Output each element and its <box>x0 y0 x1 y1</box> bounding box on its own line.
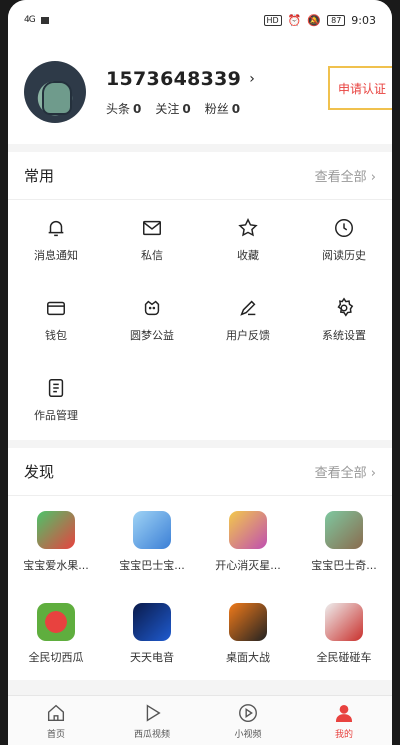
section-title: 发现 <box>24 463 55 481</box>
common-section: 常用 查看全部 › 消息通知 私信 收藏 阅读历史 钱包 圆梦公益 用户反馈 系… <box>8 152 392 440</box>
section-title: 常用 <box>24 167 55 185</box>
phone-screen: 4G HD ⏰ 🔕 87 9:03 1573648339 › 头条 0 关注 0 粉… <box>8 0 392 745</box>
profile-stats: 头条 0 关注 0 粉丝 0 <box>106 100 255 117</box>
play-icon <box>146 703 161 722</box>
app-thumbnail <box>229 603 267 641</box>
sim-icon <box>40 16 49 24</box>
app-thumbnail <box>37 511 75 549</box>
menu-item-notifications[interactable]: 消息通知 <box>8 200 104 280</box>
battery-indicator: 87 <box>327 14 346 26</box>
signal-indicator: 4G <box>24 15 36 25</box>
menu-item-favorites[interactable]: 收藏 <box>200 200 296 280</box>
alarm-icon: ⏰ <box>287 13 302 27</box>
feedback-icon <box>237 297 259 319</box>
home-icon <box>47 704 65 721</box>
discover-item[interactable]: 桌面大战 <box>200 588 296 680</box>
chevron-right-icon: › <box>249 70 256 87</box>
discover-item[interactable]: 宝宝爱水果... <box>8 496 104 588</box>
status-bar: 4G HD ⏰ 🔕 87 9:03 <box>8 0 392 40</box>
user-icon <box>335 704 353 722</box>
app-thumbnail <box>325 511 363 549</box>
menu-item-works[interactable]: 作品管理 <box>8 360 104 440</box>
see-all-link[interactable]: 查看全部 › <box>315 462 376 481</box>
stat-toutiao[interactable]: 头条 0 <box>106 100 141 117</box>
mail-icon <box>141 217 163 239</box>
username-row[interactable]: 1573648339 › <box>106 68 255 90</box>
avatar[interactable] <box>24 61 86 123</box>
wallet-icon <box>45 297 67 319</box>
username: 1573648339 <box>106 67 242 90</box>
document-icon <box>45 377 67 399</box>
profile-header[interactable]: 1573648339 › 头条 0 关注 0 粉丝 0 申请认证 <box>8 40 392 144</box>
star-icon <box>237 217 259 239</box>
clock-time: 9:03 <box>351 13 376 27</box>
video-icon <box>239 703 257 722</box>
menu-item-settings[interactable]: 系统设置 <box>296 280 392 360</box>
discover-item[interactable]: 全民碰碰车 <box>296 588 392 680</box>
gear-icon <box>333 297 355 319</box>
menu-item-messages[interactable]: 私信 <box>104 200 200 280</box>
menu-item-feedback[interactable]: 用户反馈 <box>200 280 296 360</box>
discover-item[interactable]: 宝宝巴士奇... <box>296 496 392 588</box>
app-thumbnail <box>133 511 171 549</box>
menu-item-charity[interactable]: 圆梦公益 <box>104 280 200 360</box>
apply-verification-button[interactable]: 申请认证 <box>328 66 392 110</box>
discover-item[interactable]: 宝宝巴士宝... <box>104 496 200 588</box>
stat-followers[interactable]: 粉丝 0 <box>205 100 240 117</box>
bottom-tab-bar: 首页 西瓜视频 小视频 我的 <box>8 695 392 745</box>
menu-item-wallet[interactable]: 钱包 <box>8 280 104 360</box>
bell-icon <box>45 217 67 239</box>
charity-icon <box>141 297 163 319</box>
discover-item[interactable]: 开心消灭星... <box>200 496 296 588</box>
menu-item-history[interactable]: 阅读历史 <box>296 200 392 280</box>
tab-mine[interactable]: 我的 <box>296 696 392 745</box>
tab-xigua-video[interactable]: 西瓜视频 <box>104 696 200 745</box>
app-thumbnail <box>37 603 75 641</box>
app-thumbnail <box>325 603 363 641</box>
discover-section: 发现 查看全部 › 宝宝爱水果... 宝宝巴士宝... 开心消灭星... 宝宝巴… <box>8 448 392 680</box>
see-all-link[interactable]: 查看全部 › <box>315 166 376 185</box>
hd-indicator: HD <box>263 14 282 26</box>
discover-item[interactable]: 全民切西瓜 <box>8 588 104 680</box>
app-thumbnail <box>133 603 171 641</box>
mute-icon: 🔕 <box>307 13 322 27</box>
discover-item[interactable]: 天天电音 <box>104 588 200 680</box>
tab-home[interactable]: 首页 <box>8 696 104 745</box>
clock-icon <box>333 217 355 239</box>
tab-short-video[interactable]: 小视频 <box>200 696 296 745</box>
stat-following[interactable]: 关注 0 <box>155 100 190 117</box>
app-thumbnail <box>229 511 267 549</box>
